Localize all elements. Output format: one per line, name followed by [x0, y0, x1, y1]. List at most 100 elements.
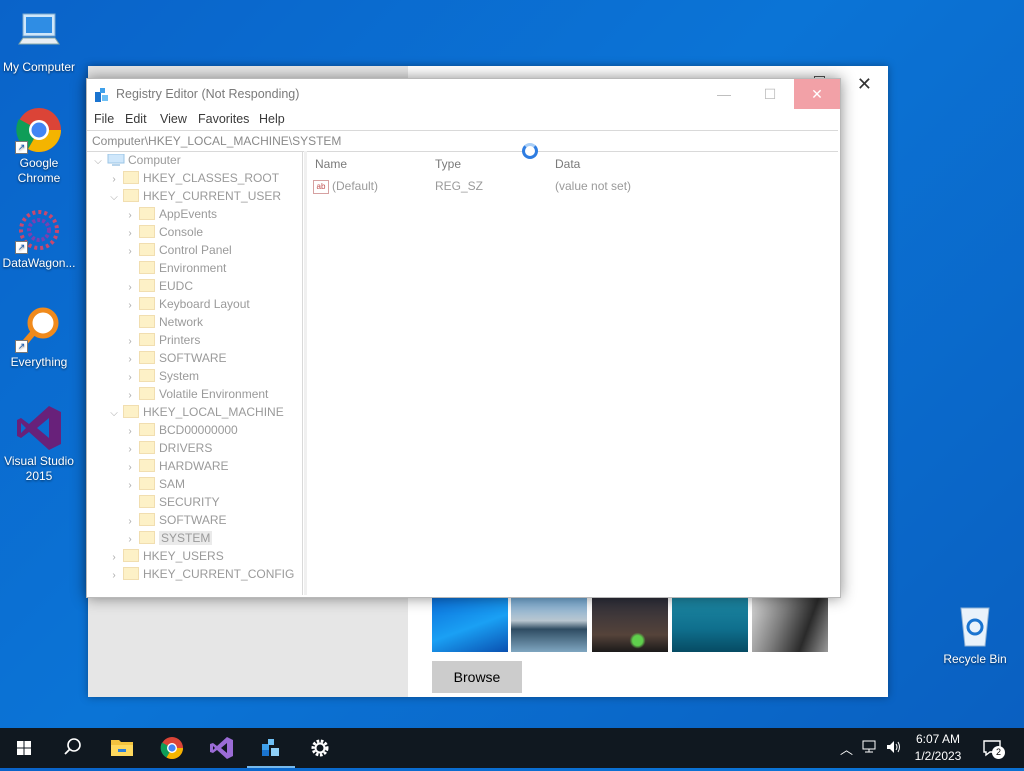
settings-close-button[interactable]: ✕: [857, 74, 872, 95]
folder-icon: [139, 441, 155, 455]
tree-node-hardware[interactable]: › HARDWARE: [123, 457, 228, 475]
maximize-button[interactable]: ☐: [747, 79, 793, 109]
folder-icon: [139, 369, 155, 383]
column-header-type[interactable]: Type: [435, 157, 461, 171]
background-thumbnail[interactable]: [672, 595, 748, 652]
menu-bar: File Edit View Favorites Help: [87, 109, 840, 129]
tree-node-system-hkcu[interactable]: › System: [123, 367, 199, 385]
collapse-chevron-icon[interactable]: ⌵: [107, 189, 121, 207]
desktop-icon-my-computer[interactable]: My Computer: [1, 10, 77, 75]
background-thumbnail[interactable]: [752, 595, 828, 652]
tree-node-sam[interactable]: › SAM: [123, 475, 185, 493]
folder-icon: [123, 549, 139, 563]
tree-node-network[interactable]: Network: [123, 313, 203, 331]
taskbar-chrome[interactable]: [148, 728, 196, 768]
minimize-button[interactable]: —: [701, 79, 747, 109]
visual-studio-icon: [15, 404, 63, 452]
tree-node-hkey-current-config[interactable]: › HKEY_CURRENT_CONFIG: [107, 565, 294, 583]
tree-node-software-hkcu[interactable]: › SOFTWARE: [123, 349, 226, 367]
desktop-icon-everything[interactable]: ↗ Everything: [1, 305, 77, 370]
tree-node-environment[interactable]: Environment: [123, 259, 226, 277]
tree-node-system-hklm[interactable]: › SYSTEM: [123, 529, 213, 547]
volume-icon[interactable]: [885, 739, 903, 758]
chrome-icon: [160, 737, 183, 759]
menu-favorites[interactable]: Favorites: [198, 112, 249, 126]
taskbar: ︿ 6:07 AM 1/2/2023 2: [0, 728, 1024, 768]
value-type: REG_SZ: [435, 179, 484, 193]
datawagon-icon: ↗: [15, 206, 63, 254]
tree-root-computer[interactable]: ⌵ Computer: [91, 151, 180, 171]
folder-icon: [123, 405, 139, 419]
desktop-icon-label: My Computer: [2, 60, 76, 74]
address-path: Computer\HKEY_LOCAL_MACHINE\SYSTEM: [92, 134, 342, 148]
recycle-bin-icon: [951, 602, 999, 650]
folder-icon: [111, 740, 133, 756]
taskbar-file-explorer[interactable]: [98, 728, 146, 768]
browse-button[interactable]: Browse: [432, 661, 522, 693]
everything-search-icon: ↗: [15, 305, 63, 353]
folder-icon: [139, 477, 155, 491]
string-value-icon: ab: [313, 179, 329, 194]
folder-icon: [123, 567, 139, 581]
tree-node-eudc[interactable]: › EUDC: [123, 277, 193, 295]
registry-editor-icon: [262, 739, 279, 756]
tree-node-hkey-users[interactable]: › HKEY_USERS: [107, 547, 223, 565]
desktop-icon-google-chrome[interactable]: ↗ Google Chrome: [1, 106, 77, 186]
menu-edit[interactable]: Edit: [125, 112, 147, 126]
column-header-name[interactable]: Name: [315, 157, 347, 171]
tree-node-hkey-local-machine[interactable]: ⌵ HKEY_LOCAL_MACHINE: [107, 403, 284, 421]
folder-icon: [139, 333, 155, 347]
close-button[interactable]: ✕: [794, 79, 840, 109]
desktop-icon-recycle-bin[interactable]: Recycle Bin: [937, 602, 1013, 667]
tree-node-control-panel[interactable]: › Control Panel: [123, 241, 231, 259]
search-button[interactable]: [48, 728, 96, 768]
taskbar-visual-studio[interactable]: [197, 728, 245, 768]
folder-icon: [139, 351, 155, 365]
taskbar-settings[interactable]: [296, 728, 344, 768]
start-button[interactable]: [0, 728, 48, 768]
tree-node-hkey-classes-root[interactable]: › HKEY_CLASSES_ROOT: [107, 169, 279, 187]
desktop-icon-datawagon[interactable]: ↗ DataWagon...: [1, 206, 77, 271]
menu-view[interactable]: View: [160, 112, 187, 126]
gear-icon: [311, 739, 329, 757]
visual-studio-icon: [210, 737, 233, 759]
column-header-data[interactable]: Data: [555, 157, 580, 171]
system-clock[interactable]: 6:07 AM 1/2/2023: [905, 731, 971, 765]
taskbar-registry-editor[interactable]: [247, 728, 295, 768]
desktop-icon-visual-studio[interactable]: Visual Studio 2015: [1, 404, 77, 484]
folder-icon: [139, 495, 155, 509]
tree-node-keyboard-layout[interactable]: › Keyboard Layout: [123, 295, 249, 313]
folder-icon: [139, 387, 155, 401]
shortcut-arrow-icon: ↗: [15, 340, 28, 353]
value-data: (value not set): [555, 179, 632, 193]
desktop-icon-label: Visual Studio 2015: [4, 454, 74, 483]
tree-node-software-hklm[interactable]: › SOFTWARE: [123, 511, 226, 529]
folder-icon: [139, 243, 155, 257]
tree-node-volatile-environment[interactable]: › Volatile Environment: [123, 385, 268, 403]
shortcut-arrow-icon: ↗: [15, 241, 28, 254]
title-bar[interactable]: Registry Editor (Not Responding) — ☐ ✕: [87, 79, 840, 109]
collapse-chevron-icon[interactable]: ⌵: [107, 405, 121, 423]
desktop-icon-label: DataWagon...: [2, 256, 76, 270]
table-row[interactable]: ab (Default): [313, 179, 378, 194]
tree-node-security[interactable]: SECURITY: [123, 493, 220, 511]
search-icon: [64, 738, 81, 755]
key-tree: ⌵ Computer › HKEY_CLASSES_ROOT ⌵ HKEY_CURRE…: [87, 151, 303, 595]
tree-node-printers[interactable]: › Printers: [123, 331, 200, 349]
action-center-button[interactable]: 2: [982, 738, 1005, 760]
tree-node-appevents[interactable]: › AppEvents: [123, 205, 217, 223]
address-bar[interactable]: Computer\HKEY_LOCAL_MACHINE\SYSTEM: [87, 130, 838, 152]
collapse-chevron-icon[interactable]: ⌵: [91, 153, 105, 171]
menu-file[interactable]: File: [94, 112, 114, 126]
tree-node-drivers[interactable]: › DRIVERS: [123, 439, 212, 457]
background-thumbnail[interactable]: [511, 595, 587, 652]
background-thumbnail[interactable]: [432, 595, 508, 652]
tree-node-console[interactable]: › Console: [123, 223, 203, 241]
background-thumbnail[interactable]: [592, 595, 668, 652]
show-hidden-icons-chevron-icon[interactable]: ︿: [840, 739, 853, 758]
tree-node-hkey-current-user[interactable]: ⌵ HKEY_CURRENT_USER: [107, 187, 281, 205]
network-icon[interactable]: [862, 739, 880, 758]
tree-node-bcd00000000[interactable]: › BCD00000000: [123, 421, 237, 439]
menu-help[interactable]: Help: [259, 112, 285, 126]
expand-chevron-icon[interactable]: ›: [107, 567, 121, 585]
